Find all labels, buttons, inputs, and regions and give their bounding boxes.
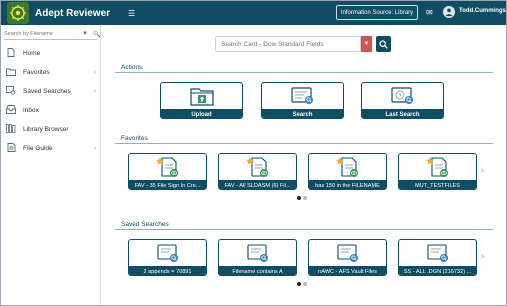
- favorite-card[interactable]: MUT_TESTFILES: [398, 153, 477, 190]
- hamburger-menu-icon[interactable]: ☰: [128, 9, 135, 18]
- favorite-card[interactable]: FAV - 35 File Sign In Cre...: [128, 153, 207, 190]
- search-card-icon: [290, 87, 313, 104]
- favorite-card[interactable]: FAV - All SLDASM (6) Fil...: [218, 153, 297, 190]
- search-action-card[interactable]: Search: [261, 82, 344, 119]
- favorite-label: has 150 in the FILENAME: [309, 180, 386, 189]
- sidebar-item-label: Home: [23, 50, 41, 57]
- file-guide-icon: [6, 143, 16, 154]
- action-label: Upload: [161, 109, 242, 118]
- favorites-next-arrow-icon[interactable]: ›: [481, 165, 484, 176]
- inbox-icon: [6, 105, 16, 116]
- saved-search-label: SS - ALL .DGN (216732) ...: [399, 266, 476, 275]
- pagination-dot[interactable]: [303, 196, 307, 200]
- sidebar: ▼ 🔍 Home Favorites ‹ Saved Searches ‹ In…: [1, 25, 101, 305]
- favorite-card[interactable]: has 150 in the FILENAME: [308, 153, 387, 190]
- favorite-label: MUT_TESTFILES: [399, 180, 476, 189]
- information-source-button[interactable]: Information Source: Library: [336, 5, 418, 20]
- search-card-input[interactable]: [216, 40, 360, 48]
- saved-search-icon: [246, 244, 268, 262]
- folder-icon: [6, 68, 16, 78]
- saved-search-card[interactable]: 2 appends = 70891: [128, 239, 207, 276]
- sidebar-item-label: Saved Searches: [23, 88, 71, 95]
- sidebar-item-label: Inbox: [23, 107, 39, 114]
- sidebar-item-label: File Guide: [23, 145, 53, 152]
- favorite-file-icon: [335, 157, 358, 177]
- filter-icon[interactable]: ▼: [82, 31, 88, 37]
- search-card-field[interactable]: [215, 36, 361, 52]
- favorite-file-icon: [245, 157, 268, 177]
- last-search-icon: [390, 87, 413, 104]
- saved-search-icon: [156, 244, 178, 262]
- favorites-section-title: Favorites: [121, 135, 148, 142]
- pagination-dot[interactable]: [303, 282, 307, 286]
- saved-search-label: 2 appends = 70891: [129, 266, 206, 275]
- upload-action-card[interactable]: Upload: [160, 82, 243, 119]
- filename-search-input[interactable]: [4, 31, 66, 37]
- sidebar-item-library-browser[interactable]: Library Browser: [1, 120, 100, 139]
- sidebar-item-label: Library Browser: [23, 126, 69, 133]
- document-icon: [6, 48, 16, 59]
- sidebar-item-home[interactable]: Home: [1, 44, 100, 63]
- search-go-button[interactable]: [376, 36, 391, 52]
- favorite-file-icon: [425, 157, 448, 177]
- chevron-left-icon: ‹: [94, 145, 96, 152]
- avatar[interactable]: [443, 6, 455, 18]
- chevron-down-icon: ▼: [363, 41, 370, 47]
- section-divider: [115, 143, 493, 144]
- chevron-left-icon: ‹: [94, 88, 96, 95]
- library-icon: [6, 124, 16, 135]
- last-search-action-card[interactable]: Last Search: [361, 82, 444, 119]
- favorite-label: FAV - 35 File Sign In Cre...: [129, 180, 206, 189]
- saved-search-label: nAWC - AFS Vault Files: [309, 266, 386, 275]
- sidebar-item-label: Favorites: [23, 69, 50, 76]
- app-title: Adept Reviewer: [35, 7, 111, 19]
- top-bar: Adept Reviewer ☰ Information Source: Lib…: [1, 1, 506, 25]
- favorites-pagination: [297, 196, 307, 200]
- saved-search-label: Filename contains A: [219, 266, 296, 275]
- saved-searches-next-arrow-icon[interactable]: ›: [481, 251, 484, 262]
- pagination-dot[interactable]: [297, 196, 301, 200]
- saved-searches-section-title: Saved Searches: [121, 221, 169, 228]
- action-label: Last Search: [362, 109, 443, 118]
- saved-search-icon: [336, 244, 358, 262]
- action-label: Search: [262, 109, 343, 118]
- section-divider: [115, 72, 493, 73]
- sidebar-item-favorites[interactable]: Favorites ‹: [1, 63, 100, 82]
- upload-folder-icon: [189, 88, 214, 106]
- search-icon: [379, 39, 388, 49]
- saved-search-icon: [426, 244, 448, 262]
- main-content: ▼ Actions Upload: [101, 25, 506, 305]
- saved-search-card[interactable]: SS - ALL .DGN (216732) ...: [398, 239, 477, 276]
- chevron-left-icon: ‹: [94, 69, 96, 76]
- search-card-dropdown-button[interactable]: ▼: [361, 36, 372, 52]
- app-logo-icon[interactable]: [7, 2, 29, 24]
- pagination-dot[interactable]: [297, 282, 301, 286]
- saved-searches-pagination: [297, 282, 307, 286]
- favorite-label: FAV - All SLDASM (6) Fil...: [219, 180, 296, 189]
- favorite-file-icon: [155, 157, 178, 177]
- saved-search-card[interactable]: nAWC - AFS Vault Files: [308, 239, 387, 276]
- user-name[interactable]: Todd.Cummings: [459, 8, 506, 14]
- mail-icon[interactable]: ✉: [426, 8, 433, 17]
- sidebar-item-file-guide[interactable]: File Guide ‹: [1, 139, 100, 158]
- search-icon[interactable]: 🔍: [93, 31, 100, 38]
- saved-search-card[interactable]: Filename contains A: [218, 239, 297, 276]
- sidebar-search: ▼ 🔍: [4, 29, 100, 40]
- user-icon: [445, 8, 453, 17]
- saved-search-icon: [6, 86, 16, 97]
- sidebar-item-saved-searches[interactable]: Saved Searches ‹: [1, 82, 100, 101]
- actions-section-title: Actions: [121, 64, 143, 71]
- section-divider: [115, 229, 493, 230]
- sidebar-item-inbox[interactable]: Inbox: [1, 101, 100, 120]
